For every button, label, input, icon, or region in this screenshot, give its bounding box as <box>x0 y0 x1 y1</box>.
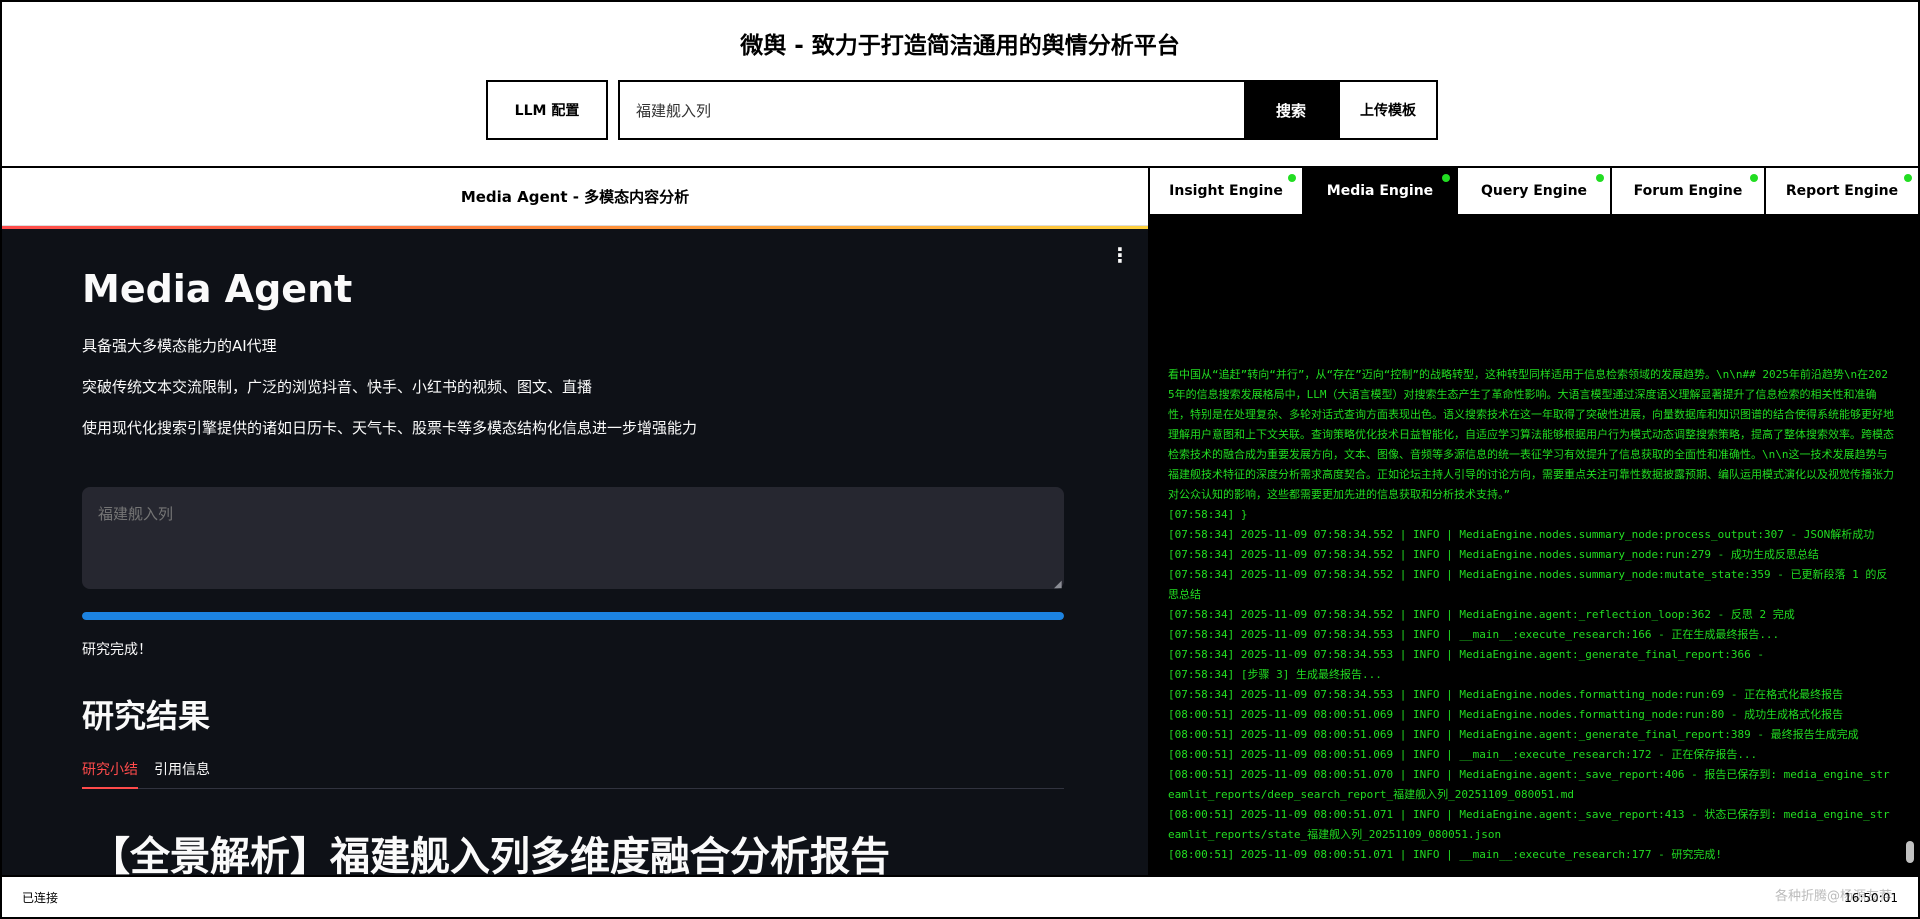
log-lines: 看中国从“追赶”转向“并行”，从“存在”迈向“控制”的战略转型，这种转型同样适用… <box>1168 365 1894 865</box>
progress-bar <box>82 612 1064 620</box>
status-dot-icon <box>1596 174 1604 182</box>
tab-summary[interactable]: 研究小结 <box>82 759 138 789</box>
agent-feature-1: 突破传统文本交流限制，广泛的浏览抖音、快手、小红书的视频、图文、直播 <box>82 378 593 396</box>
log-console[interactable]: 看中国从“追赶”转向“并行”，从“存在”迈向“控制”的战略转型，这种转型同样适用… <box>1150 216 1918 875</box>
tab-label: Query Engine <box>1480 183 1588 199</box>
status-bar: 已连接 各种折腾@杨源友荐 16:50:01 <box>2 875 1918 917</box>
log-line: [08:00:51] 2025-11-09 08:00:51.070 | INF… <box>1168 768 1890 801</box>
media-agent-panel: Media Agent - 多模态内容分析 ⋮ Media Agent 具备强大… <box>2 168 1150 875</box>
results-tabs: 研究小结 引用信息 <box>82 759 1064 789</box>
tab-references[interactable]: 引用信息 <box>154 759 210 787</box>
agent-feature-2: 使用现代化搜索引擎提供的诸如日历卡、天气卡、股票卡等多模态结构化信息进一步增强能… <box>82 419 698 437</box>
log-line: [07:58:34] [步骤 3] 生成最终报告... <box>1168 668 1382 681</box>
tab-report-engine[interactable]: Report Engine <box>1766 168 1918 214</box>
app-title: 微舆 - 致力于打造简洁通用的舆情分析平台 <box>740 33 1180 59</box>
clock: 16:50:01 <box>1844 891 1898 905</box>
status-text: 研究完成！ <box>82 642 152 658</box>
status-dot-icon <box>1750 174 1758 182</box>
menu-icon[interactable]: ⋮ <box>1110 243 1130 267</box>
tab-insight-engine[interactable]: Insight Engine <box>1150 168 1304 214</box>
search-button[interactable]: 搜索 <box>1244 82 1338 138</box>
tab-query-engine[interactable]: Query Engine <box>1458 168 1612 214</box>
log-line: [08:00:51] 2025-11-09 08:00:51.069 | INF… <box>1168 708 1844 721</box>
upload-template-button[interactable]: 上传模板 <box>1338 82 1436 138</box>
log-line: 看中国从“追赶”转向“并行”，从“存在”迈向“控制”的战略转型，这种转型同样适用… <box>1168 368 1894 501</box>
report-title: 【全景解析】福建舰入列多维度融合分析报告 <box>90 834 890 875</box>
engine-panel: Insight Engine Media Engine Query Engine… <box>1150 168 1918 875</box>
log-line: [08:00:51] 2025-11-09 08:00:51.069 | INF… <box>1168 728 1859 741</box>
log-line: [07:58:34] 2025-11-09 07:58:34.553 | INF… <box>1168 628 1780 641</box>
status-dot-icon <box>1904 174 1912 182</box>
status-dot-icon <box>1442 174 1450 182</box>
log-line: [07:58:34] 2025-11-09 07:58:34.552 | INF… <box>1168 568 1888 601</box>
tab-media-engine[interactable]: Media Engine <box>1304 168 1458 214</box>
agent-description: 具备强大多模态能力的AI代理 <box>82 337 277 355</box>
connection-status: 已连接 <box>22 891 59 905</box>
log-line: [07:58:34] } <box>1168 508 1248 521</box>
tab-label: Forum Engine <box>1633 183 1743 199</box>
query-input[interactable] <box>82 487 1064 589</box>
llm-config-button[interactable]: LLM 配置 <box>486 80 608 140</box>
log-line: [07:58:34] 2025-11-09 07:58:34.552 | INF… <box>1168 528 1875 541</box>
status-dot-icon <box>1288 174 1296 182</box>
log-line: [08:00:51] 2025-11-09 08:00:51.071 | INF… <box>1168 848 1722 861</box>
log-line: [07:58:34] 2025-11-09 07:58:34.553 | INF… <box>1168 688 1844 701</box>
agent-title: Media Agent <box>82 267 353 311</box>
header: 微舆 - 致力于打造简洁通用的舆情分析平台 LLM 配置 搜索 上传模板 <box>2 2 1918 168</box>
log-line: [07:58:34] 2025-11-09 07:58:34.553 | INF… <box>1168 648 1765 661</box>
panel-title: Media Agent - 多模态内容分析 <box>2 168 1148 226</box>
search-input[interactable] <box>620 82 1244 138</box>
engine-tabs: Insight Engine Media Engine Query Engine… <box>1150 168 1918 216</box>
log-line: [07:58:34] 2025-11-09 07:58:34.552 | INF… <box>1168 548 1819 561</box>
log-line: [08:00:51] 2025-11-09 08:00:51.071 | INF… <box>1168 808 1890 841</box>
tab-label: Media Engine <box>1326 183 1434 199</box>
tab-forum-engine[interactable]: Forum Engine <box>1612 168 1766 214</box>
resize-handle-icon[interactable]: ◢ <box>1054 579 1062 590</box>
tab-label: Insight Engine <box>1169 183 1283 199</box>
log-line: [07:58:34] 2025-11-09 07:58:34.552 | INF… <box>1168 608 1795 621</box>
results-heading: 研究结果 <box>82 697 211 735</box>
tab-label: Report Engine <box>1785 183 1899 199</box>
streamlit-app: ⋮ Media Agent 具备强大多模态能力的AI代理 突破传统文本交流限制，… <box>2 229 1148 875</box>
search-box: 搜索 上传模板 <box>618 80 1438 140</box>
log-scrollbar[interactable] <box>1906 224 1914 869</box>
progress-fill <box>82 612 1064 620</box>
scrollbar-thumb[interactable] <box>1906 841 1914 863</box>
log-line: [08:00:51] 2025-11-09 08:00:51.069 | INF… <box>1168 748 1758 761</box>
